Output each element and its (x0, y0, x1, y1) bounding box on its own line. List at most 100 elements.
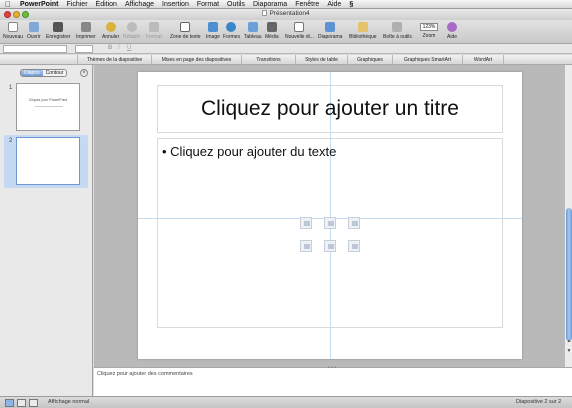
slide-1-number: 1 (9, 85, 13, 91)
new-slide-icon (294, 22, 305, 32)
shapes-label: Formes (223, 34, 240, 40)
menu-edition[interactable]: Édition (92, 0, 121, 9)
vertical-scrollbar[interactable]: ▲ ▼ (564, 65, 572, 367)
redo-button[interactable]: Rétablir (123, 22, 140, 40)
tab-charts[interactable]: Graphiques (347, 55, 392, 65)
window-title-text: Présentation4 (269, 10, 310, 17)
body-placeholder-text: • Cliquez pour ajouter du texte (162, 144, 337, 159)
open-button[interactable]: Ouvrir (27, 22, 41, 40)
help-label: Aide (447, 34, 458, 40)
slide-1-thumb-title: Cliquez pour PowerPoint (28, 98, 68, 102)
menu-fenetre[interactable]: Fenêtre (291, 0, 323, 9)
menu-powerpoint[interactable]: PowerPoint (16, 0, 63, 9)
shapes-button[interactable]: Formes (223, 22, 240, 40)
menu-aide[interactable]: Aide (323, 0, 345, 9)
title-placeholder[interactable]: Cliquez pour ajouter un titre (157, 85, 503, 133)
slide-thumbnail-1[interactable]: Cliquez pour PowerPoint (16, 83, 80, 131)
slides-pane: Diapos Contour × 1 Cliquez pour PowerPoi… (0, 65, 93, 396)
insert-clipart-icon[interactable] (324, 240, 336, 252)
underline-button[interactable]: U (127, 45, 131, 51)
insert-smartart-icon[interactable] (348, 217, 360, 229)
open-label: Ouvrir (27, 34, 41, 40)
insert-movie-icon[interactable] (348, 240, 360, 252)
undo-button[interactable]: Annuler (102, 22, 119, 40)
tab-table-styles[interactable]: Styles de table (295, 55, 347, 65)
scrollbar-thumb[interactable] (566, 208, 572, 341)
view-mode-label: Affichage normal (48, 399, 90, 405)
zoom-control[interactable]: 123% Zoom (420, 22, 438, 39)
apple-menu-icon[interactable]:  (0, 0, 16, 9)
insert-chart-icon[interactable] (324, 217, 336, 229)
normal-view-button[interactable] (5, 399, 14, 407)
text-box-icon (180, 22, 191, 32)
slide-thumbnail-2[interactable] (16, 137, 80, 185)
format-painter-button[interactable]: Format (146, 22, 162, 40)
save-label: Enregistrer (46, 34, 71, 40)
table-button[interactable]: Tableau (244, 22, 262, 40)
window-title: Présentation4 (0, 10, 572, 17)
window-title-bar: Présentation4 (0, 9, 572, 20)
print-label: Imprimer (76, 34, 96, 40)
undo-label: Annuler (102, 34, 120, 40)
zoom-value-field[interactable]: 123% (420, 23, 438, 31)
menu-bar:  PowerPoint Fichier Édition Affichage I… (0, 0, 572, 9)
slideshow-icon (325, 22, 336, 32)
scroll-down-arrow-icon[interactable]: ▼ (566, 348, 572, 354)
notes-pane[interactable]: • • • Cliquez pour ajouter des commentai… (94, 365, 572, 396)
help-icon (447, 22, 457, 32)
image-label: Image (206, 34, 220, 40)
close-pane-icon[interactable]: × (80, 69, 88, 77)
brush-icon (148, 22, 159, 32)
save-button[interactable]: Enregistrer (46, 22, 70, 40)
slideshow-view-button[interactable] (29, 399, 38, 407)
new-document-icon (8, 22, 18, 32)
printer-icon (80, 22, 91, 32)
new-slide-button[interactable]: Nouvelle di... (285, 22, 314, 40)
insert-picture-icon[interactable] (300, 240, 312, 252)
italic-button[interactable]: I (118, 45, 120, 51)
media-button[interactable]: Média (265, 22, 279, 40)
tab-wordart[interactable]: WordArt (462, 55, 504, 65)
menu-fichier[interactable]: Fichier (63, 0, 92, 9)
font-size-field[interactable] (75, 45, 93, 53)
text-box-label: Zone de texte (170, 34, 201, 40)
formatting-bar: B I U (0, 44, 572, 54)
menu-insertion[interactable]: Insertion (158, 0, 193, 9)
slideshow-button[interactable]: Diaporama (318, 22, 342, 40)
standard-toolbar: Nouveau Ouvrir Enregistrer Imprimer Annu… (0, 20, 572, 44)
new-button[interactable]: Nouveau (3, 22, 23, 40)
bold-button[interactable]: B (108, 45, 112, 51)
menu-format[interactable]: Format (193, 0, 223, 9)
folder-icon (28, 22, 39, 32)
tab-diapos[interactable]: Diapos (21, 70, 43, 76)
ribbon-tabs: Thèmes de la diapositive Mises en page d… (0, 55, 572, 65)
font-name-field[interactable] (3, 45, 67, 53)
tab-contour[interactable]: Contour (42, 70, 67, 76)
tab-slide-layouts[interactable]: Mises en page des diapositives (151, 55, 241, 65)
insert-table-icon[interactable] (300, 217, 312, 229)
help-button[interactable]: Aide (447, 22, 457, 40)
table-label: Tableau (244, 34, 262, 40)
media-label: Média (265, 34, 279, 40)
slideshow-label: Diaporama (318, 34, 343, 40)
menu-affichage[interactable]: Affichage (121, 0, 158, 9)
script-menu-icon[interactable]: § (345, 0, 357, 9)
tab-smartart[interactable]: Graphiques SmartArt (392, 55, 462, 65)
text-box-button[interactable]: Zone de texte (170, 22, 201, 40)
library-button[interactable]: Bibliothèque (349, 22, 377, 40)
print-button[interactable]: Imprimer (76, 22, 96, 40)
menu-diaporama[interactable]: Diaporama (249, 0, 291, 9)
notes-resize-handle[interactable]: • • • (328, 365, 336, 371)
slide-sorter-view-button[interactable] (17, 399, 26, 407)
save-icon (53, 22, 64, 32)
toolbox-button[interactable]: Boîte à outils (383, 22, 412, 40)
slide-canvas[interactable]: Cliquez pour ajouter un titre • Cliquez … (138, 72, 522, 359)
content-placeholder[interactable]: • Cliquez pour ajouter du texte (157, 138, 503, 328)
tab-slide-themes[interactable]: Thèmes de la diapositive (77, 55, 151, 65)
menu-outils[interactable]: Outils (223, 0, 249, 9)
tab-transitions[interactable]: Transitions (241, 55, 295, 65)
notes-placeholder[interactable]: Cliquez pour ajouter des commentaires (97, 371, 193, 377)
image-button[interactable]: Image (206, 22, 220, 40)
new-label: Nouveau (3, 34, 24, 40)
scroll-up-arrow-icon[interactable]: ▲ (566, 338, 572, 344)
